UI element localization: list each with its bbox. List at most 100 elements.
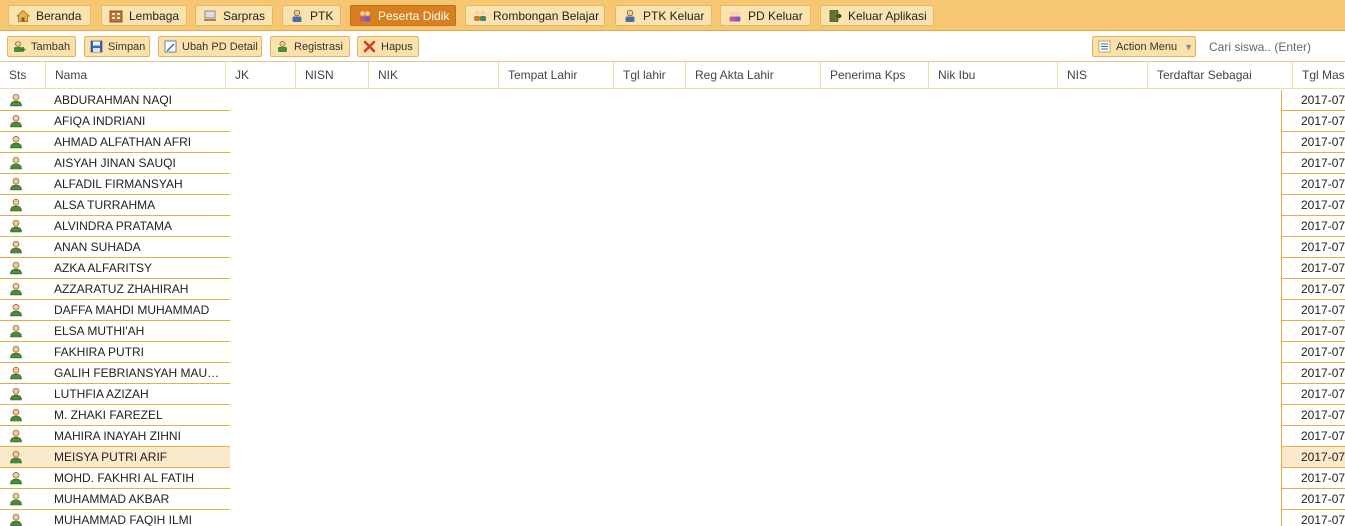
column-header-nik[interactable]: NIK — [368, 62, 498, 89]
tab-label: Sarpras — [223, 8, 266, 23]
registrasi-button[interactable]: Registrasi — [270, 36, 350, 57]
tgl-masuk-cell[interactable]: 2017-07- — [1281, 258, 1345, 279]
student-name: ALFADIL FIRMANSYAH — [54, 177, 183, 191]
tambah-label: Tambah — [31, 40, 71, 53]
tgl-masuk-cell[interactable]: 2017-07- — [1281, 90, 1345, 111]
tab-rombongan-belajar[interactable]: Rombongan Belajar — [465, 5, 605, 26]
tgl-masuk-cell[interactable]: 2017-07- — [1281, 174, 1345, 195]
table-row[interactable]: AHMAD ALFATHAN AFRI 2017-07- — [0, 132, 1345, 153]
desk-icon — [203, 9, 217, 23]
table-row[interactable]: ALVINDRA PRATAMA 2017-07- — [0, 216, 1345, 237]
column-header-nik-ibu[interactable]: Nik Ibu — [928, 62, 1057, 89]
student-name: ALSA TURRAHMA — [54, 198, 156, 212]
student-name: AISYAH JINAN SAUQI — [54, 156, 176, 170]
student-status-icon — [9, 114, 23, 128]
tab-beranda[interactable]: Beranda — [8, 5, 91, 26]
student-status-icon — [9, 345, 23, 359]
ubah-pd-detail-button[interactable]: Ubah PD Detail — [158, 36, 262, 57]
column-header-jk[interactable]: JK — [225, 62, 295, 89]
table-row[interactable]: ALSA TURRAHMA 2017-07- — [0, 195, 1345, 216]
table-row[interactable]: AFIQA INDRIANI 2017-07- — [0, 111, 1345, 132]
tgl-masuk-cell[interactable]: 2017-07- — [1281, 111, 1345, 132]
tgl-masuk-cell[interactable]: 2017-07- — [1281, 405, 1345, 426]
table-row[interactable]: MAHIRA INAYAH ZIHNI 2017-07- — [0, 426, 1345, 447]
tgl-masuk-cell[interactable]: 2017-07- — [1281, 132, 1345, 153]
tab-ptk-keluar[interactable]: PTK Keluar — [615, 5, 712, 26]
table-row[interactable]: AISYAH JINAN SAUQI 2017-07- — [0, 153, 1345, 174]
table-row[interactable]: ELSA MUTHI'AH 2017-07- — [0, 321, 1345, 342]
column-header-penerima-kps[interactable]: Penerima Kps — [820, 62, 928, 89]
student-status-icon — [9, 366, 23, 380]
tgl-masuk-cell[interactable]: 2017-07- — [1281, 216, 1345, 237]
table-row[interactable]: AZKA ALFARITSY 2017-07- — [0, 258, 1345, 279]
tgl-masuk-cell[interactable]: 2017-07- — [1281, 342, 1345, 363]
tgl-masuk-cell[interactable]: 2017-07- — [1281, 321, 1345, 342]
column-header-nama[interactable]: Nama — [45, 62, 225, 89]
student-name: AFIQA INDRIANI — [54, 114, 146, 128]
tgl-masuk-cell[interactable]: 2017-07- — [1281, 468, 1345, 489]
student-status-icon — [9, 387, 23, 401]
simpan-button[interactable]: Simpan — [84, 36, 150, 57]
table-row[interactable]: MOHD. FAKHRI AL FATIH 2017-07- — [0, 468, 1345, 489]
column-header-tgl-masuk[interactable]: Tgl Masuk — [1292, 62, 1345, 89]
table-row[interactable]: ABDURAHMAN NAQI 2017-07- — [0, 90, 1345, 111]
table-row[interactable]: GALIH FEBRIANSYAH MAU… 2017-07- — [0, 363, 1345, 384]
tab-label: PTK — [310, 8, 334, 23]
tab-ptk[interactable]: PTK — [282, 5, 341, 26]
table-row[interactable]: M. ZHAKI FAREZEL 2017-07- — [0, 405, 1345, 426]
table-row[interactable]: MEISYA PUTRI ARIF 2017-07- — [0, 447, 1345, 468]
table-row[interactable]: MUHAMMAD AKBAR 2017-07- — [0, 489, 1345, 510]
tab-lembaga[interactable]: Lembaga — [101, 5, 187, 26]
tgl-masuk-cell[interactable]: 2017-07- — [1281, 426, 1345, 447]
tgl-masuk-cell[interactable]: 2017-07- — [1281, 195, 1345, 216]
column-header-nisn[interactable]: NISN — [295, 62, 368, 89]
column-header-tempat-lahir[interactable]: Tempat Lahir — [498, 62, 613, 89]
menu-list-icon — [1098, 40, 1111, 53]
hapus-button[interactable]: Hapus — [357, 36, 419, 57]
search-input[interactable] — [1203, 37, 1343, 57]
ubah-pd-detail-label: Ubah PD Detail — [182, 40, 258, 53]
table-row[interactable]: DAFFA MAHDI MUHAMMAD 2017-07- — [0, 300, 1345, 321]
table-row[interactable]: FAKHIRA PUTRI 2017-07- — [0, 342, 1345, 363]
student-name: ELSA MUTHI'AH — [54, 324, 145, 338]
column-header-terdaftar-sebagai[interactable]: Terdaftar Sebagai — [1147, 62, 1292, 89]
column-header-reg-akta-lahir[interactable]: Reg Akta Lahir — [685, 62, 820, 89]
group-icon — [473, 9, 487, 23]
column-header-sts[interactable]: Sts — [0, 62, 45, 89]
student-name: AZZARATUZ ZHAHIRAH — [54, 282, 189, 296]
tgl-masuk-cell[interactable]: 2017-07- — [1281, 279, 1345, 300]
column-header-tgl-lahir[interactable]: Tgl lahir — [613, 62, 685, 89]
tgl-masuk-cell[interactable]: 2017-07- — [1281, 489, 1345, 510]
table-row[interactable]: MUHAMMAD FAQIH ILMI2017-07-L140110110111… — [0, 510, 1345, 526]
tab-label: Rombongan Belajar — [493, 8, 600, 23]
tgl-masuk-cell[interactable]: 2017-07- — [1281, 153, 1345, 174]
hapus-label: Hapus — [381, 40, 413, 53]
teacher-icon — [290, 9, 304, 23]
tab-peserta-didik[interactable]: Peserta Didik — [350, 5, 456, 26]
tab-keluar-aplikasi[interactable]: Keluar Aplikasi — [820, 5, 934, 26]
tgl-masuk-cell[interactable]: 2017-07- — [1281, 384, 1345, 405]
tgl-masuk-cell[interactable]: 2017-07- — [1281, 363, 1345, 384]
save-icon — [90, 40, 103, 53]
student-name: ANAN SUHADA — [54, 240, 141, 254]
table-row[interactable]: AZZARATUZ ZHAHIRAH 2017-07- — [0, 279, 1345, 300]
student-name: GALIH FEBRIANSYAH MAU… — [54, 366, 220, 380]
tgl-masuk-cell[interactable]: 2017-07- — [1281, 300, 1345, 321]
action-menu-button[interactable]: Action Menu ▼ — [1092, 36, 1196, 57]
toolbar: Tambah Simpan Ubah PD Detail Registrasi … — [0, 31, 1345, 62]
tgl-masuk-cell[interactable]: 2017-07- — [1281, 510, 1345, 526]
column-header-nis[interactable]: NIS — [1057, 62, 1147, 89]
tab-pd-keluar[interactable]: PD Keluar — [720, 5, 811, 26]
student-name: AZKA ALFARITSY — [54, 261, 153, 275]
tgl-masuk-cell[interactable]: 2017-07- — [1281, 447, 1345, 468]
building-icon — [109, 9, 123, 23]
tab-sarpras[interactable]: Sarpras — [195, 5, 273, 26]
student-status-icon — [9, 471, 23, 485]
student-status-icon — [9, 429, 23, 443]
tambah-button[interactable]: Tambah — [7, 36, 76, 57]
tgl-masuk-cell[interactable]: 2017-07- — [1281, 237, 1345, 258]
table-row[interactable]: ALFADIL FIRMANSYAH 2017-07- — [0, 174, 1345, 195]
table-row[interactable]: ANAN SUHADA 2017-07- — [0, 237, 1345, 258]
tab-label: Keluar Aplikasi — [848, 8, 927, 23]
table-row[interactable]: LUTHFIA AZIZAH 2017-07- — [0, 384, 1345, 405]
